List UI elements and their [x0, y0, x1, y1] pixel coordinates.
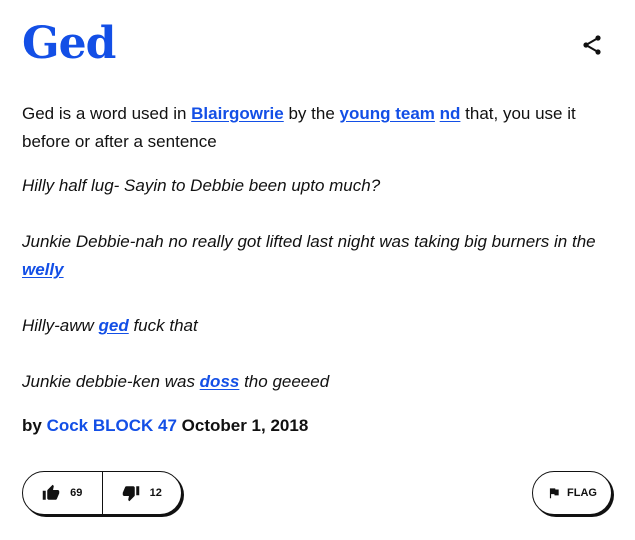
- example-line: Hilly-aww ged fuck that: [22, 312, 612, 340]
- link-young-team[interactable]: young team: [340, 104, 435, 123]
- definition-meaning: Ged is a word used in Blairgowrie by the…: [22, 100, 592, 156]
- flag-label: FLAG: [567, 487, 597, 499]
- thumbs-up-icon: [42, 484, 60, 502]
- vote-buttons: 69 12: [22, 471, 182, 515]
- downvote-count: 12: [149, 487, 162, 499]
- word-title[interactable]: Ged: [22, 18, 116, 70]
- example-text: Hilly half lug- Sayin to Debbie been upt…: [22, 176, 381, 195]
- example-line: Hilly half lug- Sayin to Debbie been upt…: [22, 172, 612, 200]
- definition-example: Hilly half lug- Sayin to Debbie been upt…: [22, 172, 612, 424]
- post-date: October 1, 2018: [176, 416, 309, 435]
- link-welly[interactable]: welly: [22, 260, 64, 279]
- link-doss[interactable]: doss: [200, 372, 240, 391]
- upvote-button[interactable]: 69: [23, 472, 102, 514]
- meaning-text: Ged is a word used in: [22, 104, 192, 123]
- example-line: Junkie debbie-ken was doss tho geeeed: [22, 368, 612, 396]
- link-blairgowrie[interactable]: Blairgowrie: [191, 104, 284, 123]
- flag-button[interactable]: FLAG: [532, 471, 612, 515]
- byline-prefix: by: [22, 416, 47, 435]
- example-text: fuck that: [128, 316, 198, 335]
- example-text: tho geeeed: [239, 372, 330, 391]
- byline: by Cock BLOCK 47 October 1, 2018: [22, 412, 308, 440]
- link-ged[interactable]: ged: [99, 316, 129, 335]
- meaning-text: by the: [283, 104, 340, 123]
- thumbs-down-icon: [122, 484, 140, 502]
- flag-icon: [547, 486, 561, 500]
- share-icon[interactable]: [580, 33, 604, 57]
- upvote-count: 69: [70, 487, 83, 499]
- downvote-button[interactable]: 12: [101, 472, 182, 514]
- example-text: Hilly-aww: [22, 316, 99, 335]
- link-nd[interactable]: nd: [440, 104, 461, 123]
- example-text: Junkie Debbie-nah no really got lifted l…: [22, 232, 596, 251]
- example-line: Junkie Debbie-nah no really got lifted l…: [22, 228, 612, 284]
- example-text: Junkie debbie-ken was: [22, 372, 200, 391]
- author-link[interactable]: Cock BLOCK 47: [47, 416, 177, 435]
